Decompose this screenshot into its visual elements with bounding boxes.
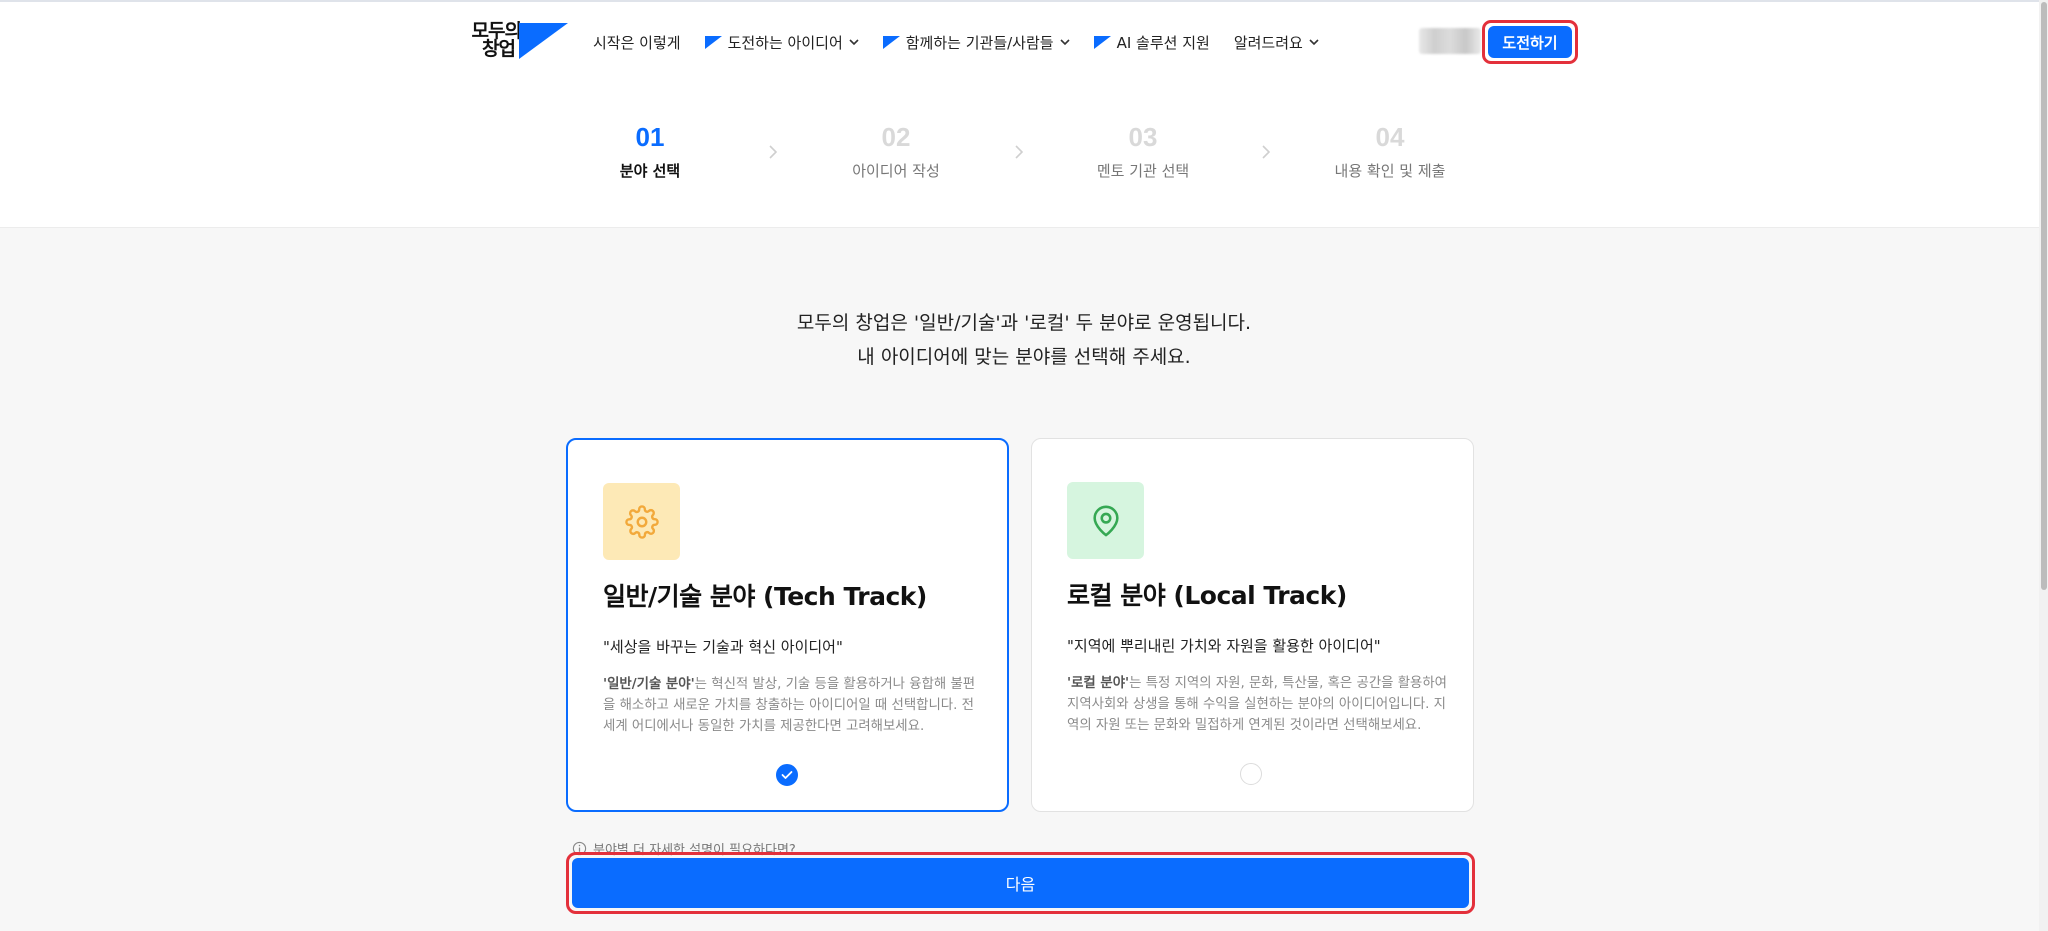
page: 모두의 창업 시작은 이렇게 도전하는 아이디어 함께하는 기관들/사람들 AI… bbox=[0, 0, 2048, 931]
step-number: 03 bbox=[1128, 122, 1158, 152]
track-card-tech[interactable]: 일반/기술 분야 (Tech Track) "세상을 바꾸는 기술과 혁신 아이… bbox=[566, 438, 1009, 812]
nav-label: 알려드려요 bbox=[1233, 33, 1303, 52]
step-number: 01 bbox=[635, 122, 665, 152]
track-title: 로컬 분야 (Local Track) bbox=[1067, 581, 1347, 610]
nav-item-start[interactable]: 시작은 이렇게 bbox=[593, 32, 681, 53]
logo-flag-icon bbox=[519, 23, 568, 59]
site-logo[interactable]: 모두의 창업 bbox=[463, 22, 569, 62]
flag-icon bbox=[1093, 35, 1111, 49]
map-pin-icon bbox=[1067, 482, 1144, 559]
track-title: 일반/기술 분야 (Tech Track) bbox=[603, 582, 927, 611]
track-quote: "세상을 바꾸는 기술과 혁신 아이디어" bbox=[603, 638, 843, 656]
step-1: 01 분야 선택 bbox=[570, 122, 730, 181]
cta-highlight: 도전하기 bbox=[1482, 20, 1578, 64]
chevron-down-icon bbox=[1060, 38, 1070, 45]
track-description: '로컬 분야'는 특정 지역의 자원, 문화, 특산물, 혹은 공간을 활용하여… bbox=[1067, 673, 1447, 736]
nav-item-notice[interactable]: 알려드려요 bbox=[1234, 32, 1319, 53]
chevron-down-icon bbox=[849, 38, 859, 45]
step-label: 분야 선택 bbox=[619, 162, 681, 180]
check-icon bbox=[781, 771, 793, 779]
track-description-bold: '일반/기술 분야' bbox=[603, 677, 695, 692]
logo-text-line2: 창업 bbox=[482, 38, 516, 60]
next-button[interactable]: 다음 bbox=[572, 858, 1469, 908]
next-button-highlight: 다음 bbox=[566, 852, 1475, 914]
user-avatar-blurred[interactable] bbox=[1419, 28, 1481, 54]
step-number: 04 bbox=[1375, 122, 1405, 152]
step-label: 멘토 기관 선택 bbox=[1096, 162, 1190, 180]
track-card-local[interactable]: 로컬 분야 (Local Track) "지역에 뿌리내린 가치와 자원을 활용… bbox=[1031, 438, 1474, 812]
nav-item-ai-solution[interactable]: AI 솔루션 지원 bbox=[1093, 32, 1210, 53]
header: 모두의 창업 시작은 이렇게 도전하는 아이디어 함께하는 기관들/사람들 AI… bbox=[0, 2, 2048, 228]
nav-label: 도전하는 아이디어 bbox=[727, 33, 843, 52]
gear-icon bbox=[603, 483, 680, 560]
nav-item-partners[interactable]: 함께하는 기관들/사람들 bbox=[882, 32, 1070, 53]
track-description-bold: '로컬 분야' bbox=[1067, 676, 1130, 691]
chevron-right-icon bbox=[769, 145, 778, 159]
step-2: 02 아이디어 작성 bbox=[816, 122, 976, 181]
step-number: 02 bbox=[881, 122, 911, 152]
scrollbar[interactable] bbox=[2039, 0, 2048, 931]
track-radio-tech[interactable] bbox=[776, 764, 798, 786]
track-quote: "지역에 뿌리내린 가치와 자원을 활용한 아이디어" bbox=[1067, 637, 1381, 655]
chevron-down-icon bbox=[1309, 38, 1319, 45]
step-label: 내용 확인 및 제출 bbox=[1334, 162, 1446, 180]
flag-icon bbox=[704, 35, 722, 49]
stepper: 01 분야 선택 02 아이디어 작성 03 멘토 기관 선택 04 내용 확인… bbox=[0, 122, 2048, 192]
track-radio-local[interactable] bbox=[1240, 763, 1262, 785]
intro-line-2: 내 아이디어에 맞는 분야를 선택해 주세요. bbox=[857, 346, 1191, 368]
flag-icon bbox=[882, 35, 900, 49]
step-3: 03 멘토 기관 선택 bbox=[1063, 122, 1223, 181]
chevron-right-icon bbox=[1262, 145, 1271, 159]
nav-label: 시작은 이렇게 bbox=[593, 33, 681, 52]
nav-label: AI 솔루션 지원 bbox=[1116, 33, 1210, 52]
challenge-button[interactable]: 도전하기 bbox=[1488, 26, 1572, 58]
chevron-right-icon bbox=[1015, 145, 1024, 159]
nav-label: 함께하는 기관들/사람들 bbox=[905, 33, 1054, 52]
track-description: '일반/기술 분야'는 혁신적 발상, 기술 등을 활용하거나 융합해 불편을 … bbox=[603, 674, 983, 737]
logo-text: 모두의 창업 bbox=[463, 22, 522, 60]
nav-item-ideas[interactable]: 도전하는 아이디어 bbox=[704, 32, 859, 53]
main-nav: 시작은 이렇게 도전하는 아이디어 함께하는 기관들/사람들 AI 솔루션 지원… bbox=[593, 30, 1319, 54]
intro-text: 모두의 창업은 '일반/기술'과 '로컬' 두 분야로 운영됩니다. 내 아이디… bbox=[0, 306, 2048, 374]
step-label: 아이디어 작성 bbox=[852, 162, 940, 180]
scrollbar-thumb[interactable] bbox=[2041, 2, 2047, 590]
intro-line-1: 모두의 창업은 '일반/기술'과 '로컬' 두 분야로 운영됩니다. bbox=[796, 312, 1252, 334]
step-4: 04 내용 확인 및 제출 bbox=[1310, 122, 1470, 181]
